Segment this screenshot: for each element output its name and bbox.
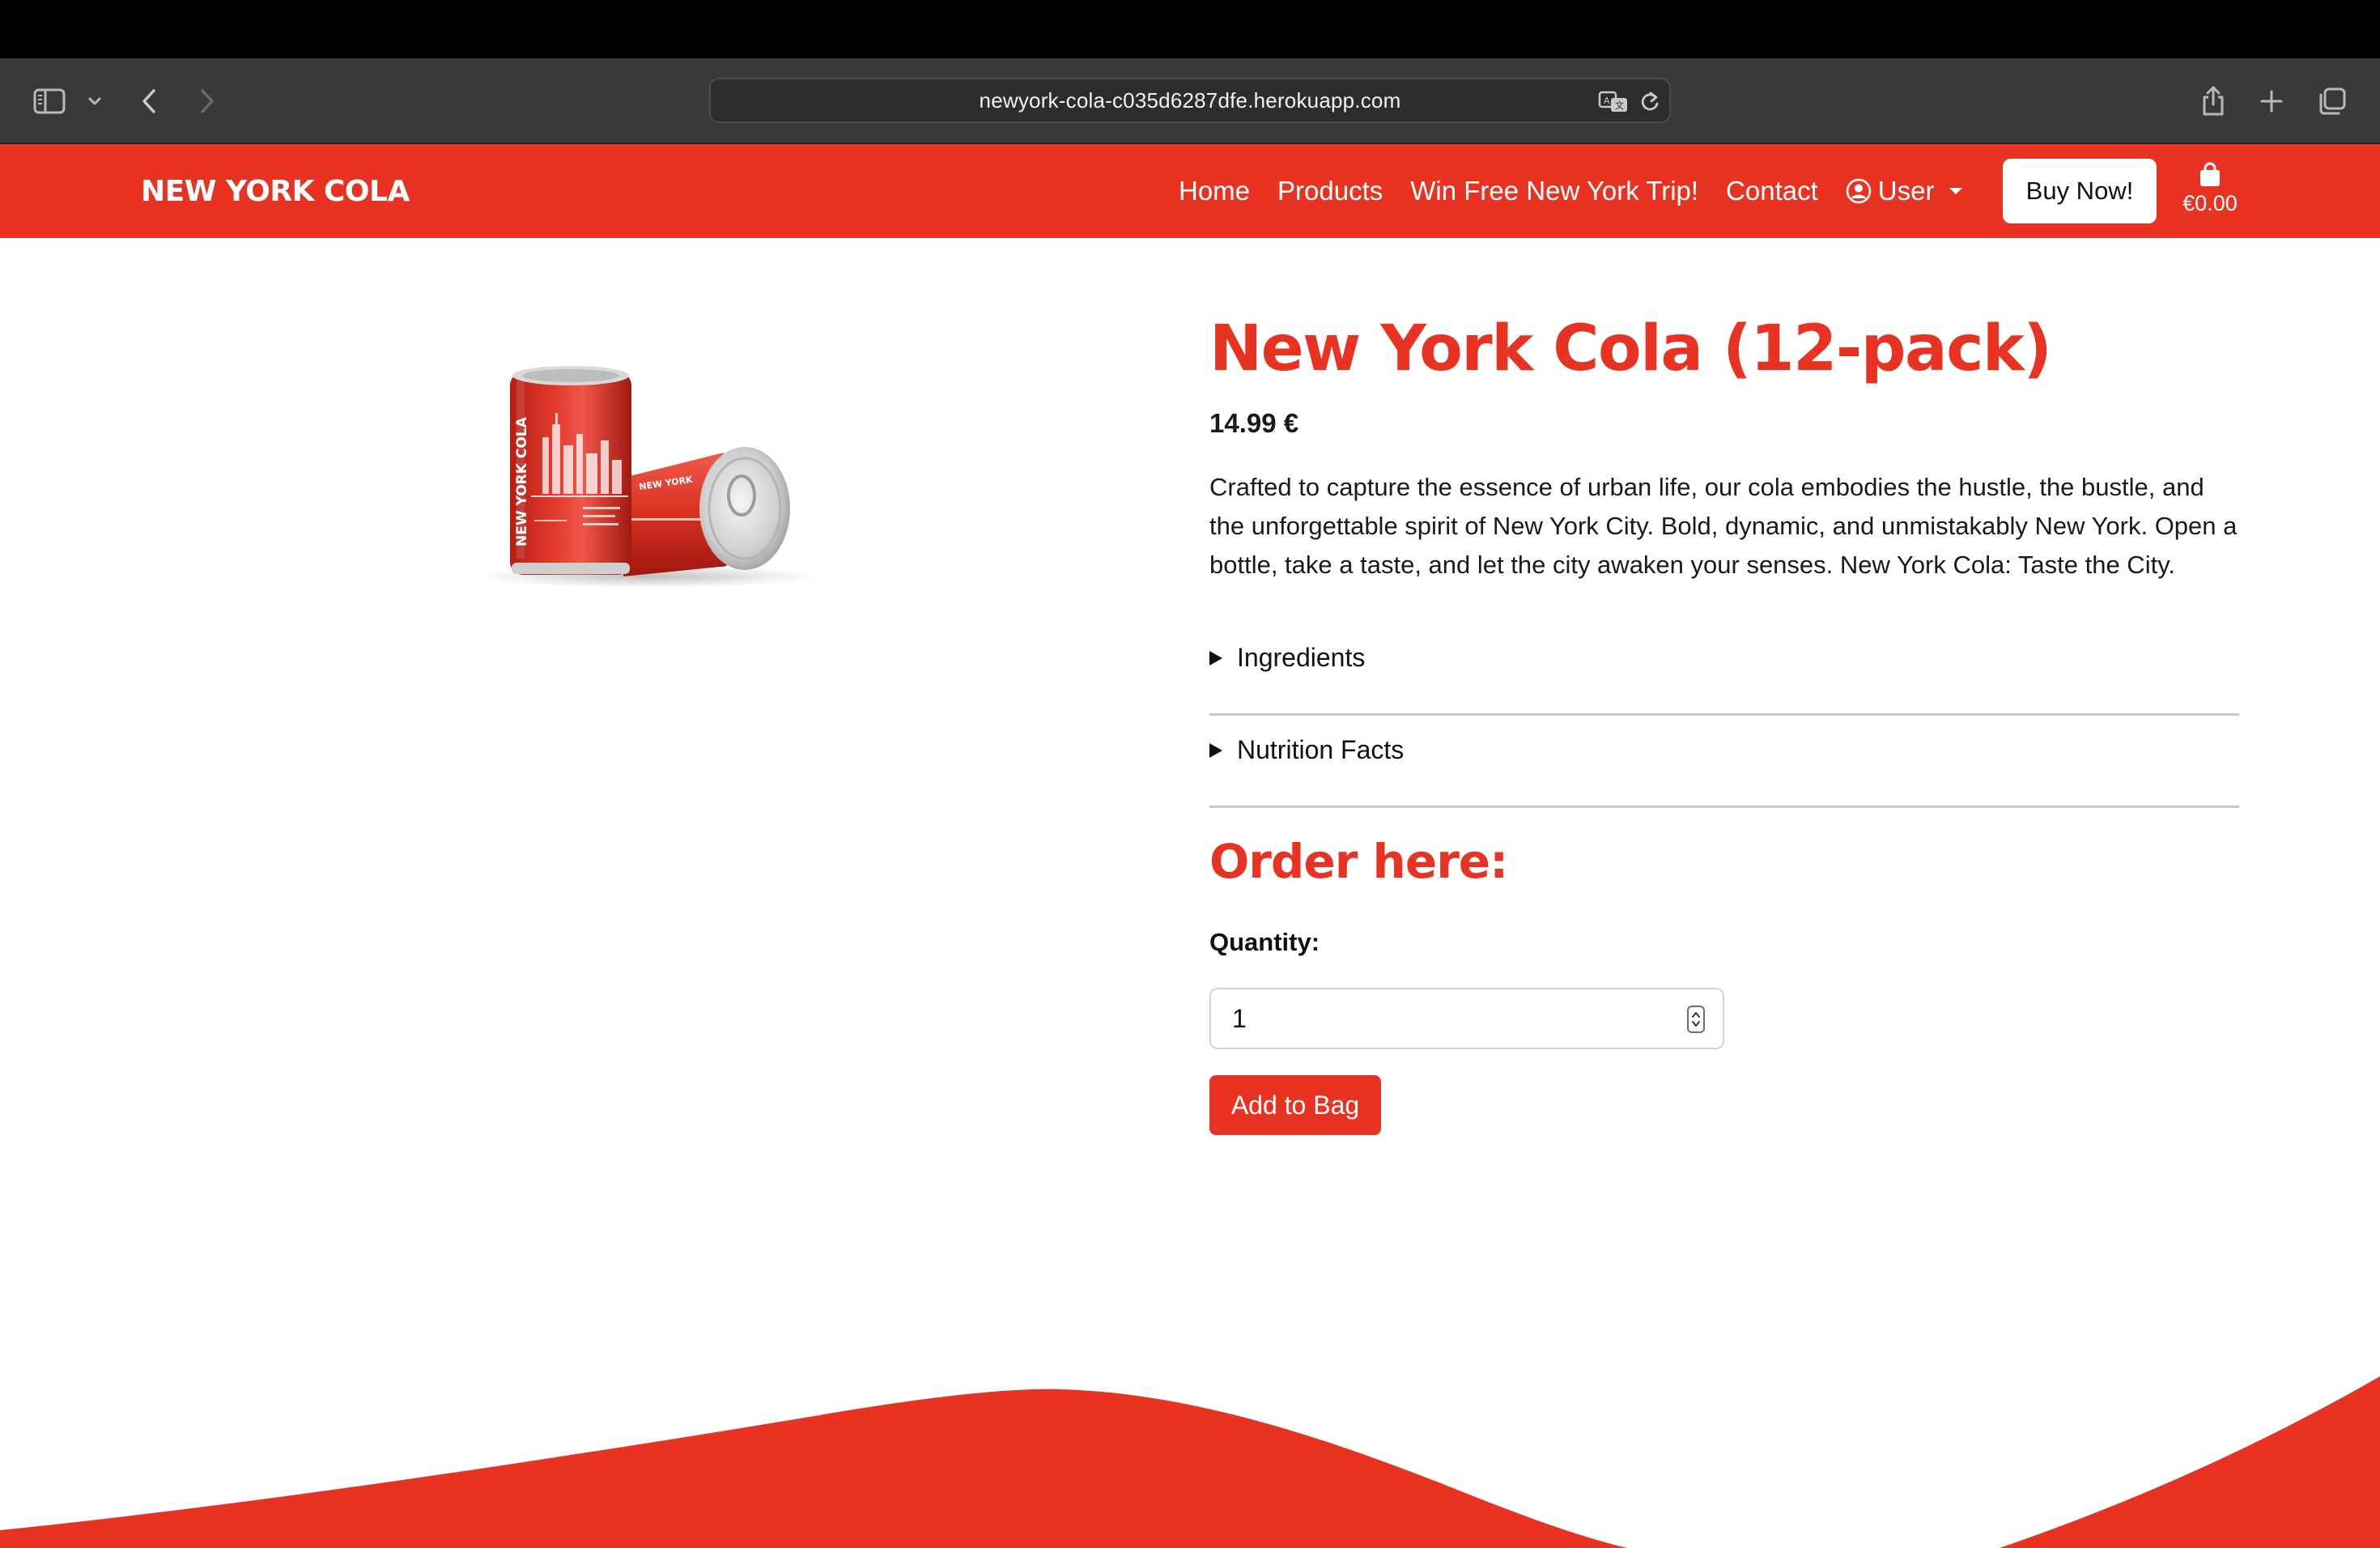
user-circle-icon <box>1846 178 1872 204</box>
nav-link-trip[interactable]: Win Free New York Trip! <box>1410 176 1698 206</box>
share-icon[interactable] <box>2197 79 2229 121</box>
bag-total: €0.00 <box>2182 191 2238 215</box>
brand-logo[interactable]: NEW YORK COLA <box>141 144 410 238</box>
shopping-bag[interactable]: €0.00 <box>2174 159 2246 227</box>
product-image: NEW YORK NEW YORK COLA <box>478 356 826 599</box>
nav-link-products[interactable]: Products <box>1277 176 1383 206</box>
translate-icon[interactable]: A文 <box>1596 86 1632 118</box>
address-bar[interactable]: newyork-cola-c035d6287dfe.herokuapp.com … <box>709 78 1671 123</box>
nutrition-toggle[interactable]: Nutrition Facts <box>1209 735 1404 765</box>
quantity-stepper[interactable] <box>1687 1006 1705 1033</box>
reload-icon[interactable] <box>1635 86 1664 118</box>
svg-text:A: A <box>1604 96 1610 106</box>
add-to-bag-button[interactable]: Add to Bag <box>1209 1075 1381 1135</box>
nutrition-label: Nutrition Facts <box>1237 735 1405 764</box>
disclosure-triangle-icon <box>1209 650 1222 666</box>
user-dropdown[interactable]: User <box>1846 176 1964 206</box>
disclosure-triangle-icon <box>1209 742 1222 758</box>
nav-link-home[interactable]: Home <box>1179 176 1250 206</box>
quantity-value[interactable]: 1 <box>1232 989 1247 1048</box>
ingredients-section: Ingredients <box>1209 623 2239 716</box>
quantity-label: Quantity: <box>1209 928 1320 956</box>
browser-toolbar: newyork-cola-c035d6287dfe.herokuapp.com … <box>0 58 2380 144</box>
sidebar-icon[interactable] <box>29 83 70 120</box>
user-label: User <box>1877 176 1935 206</box>
site-navbar: NEW YORK COLA Home Products Win Free New… <box>0 144 2380 238</box>
ingredients-toggle[interactable]: Ingredients <box>1209 643 1365 673</box>
shopping-bag-icon <box>2198 162 2222 188</box>
os-top-strip <box>0 0 2380 58</box>
buy-now-button[interactable]: Buy Now! <box>2003 159 2157 223</box>
plus-icon[interactable] <box>2255 83 2288 120</box>
chevron-down-icon[interactable] <box>84 87 105 115</box>
nutrition-section: Nutrition Facts <box>1209 716 2239 808</box>
product-title: New York Cola (12-pack) <box>1209 313 2052 385</box>
product-description: Crafted to capture the essence of urban … <box>1209 473 2238 579</box>
product-price: 14.99 € <box>1209 408 1299 438</box>
nav-link-contact[interactable]: Contact <box>1726 176 1818 206</box>
nav-links: Home Products Win Free New York Trip! Co… <box>1179 144 1963 238</box>
url-text[interactable]: newyork-cola-c035d6287dfe.herokuapp.com <box>711 79 1669 121</box>
caret-down-icon <box>1949 186 1963 196</box>
order-heading: Order here: <box>1209 834 1508 889</box>
quantity-input[interactable]: 1 <box>1209 988 1724 1049</box>
footer-wave <box>0 1376 2380 1548</box>
svg-text:文: 文 <box>1615 100 1624 111</box>
ingredients-label: Ingredients <box>1237 643 1366 672</box>
tabs-overview-icon[interactable] <box>2314 83 2351 120</box>
forward-arrow-icon[interactable] <box>191 83 223 120</box>
back-arrow-icon[interactable] <box>133 83 165 120</box>
